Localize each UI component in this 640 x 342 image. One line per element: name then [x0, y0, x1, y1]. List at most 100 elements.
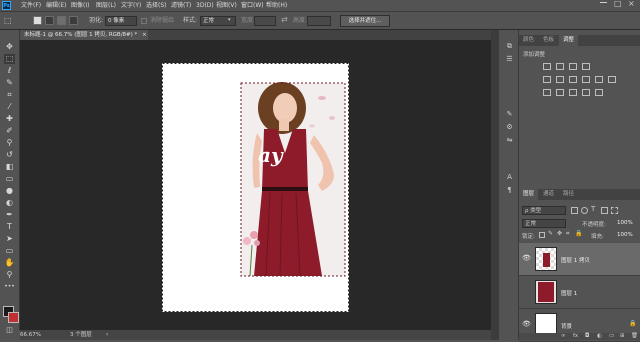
layer-name[interactable]: 图层 1 [561, 289, 577, 297]
new-layer-icon[interactable]: ⊞ [620, 333, 625, 339]
feather-input[interactable]: 0 像素 [105, 16, 137, 26]
brush-settings-icon[interactable]: ✎ [505, 110, 514, 119]
pixel-filter-icon[interactable] [571, 207, 578, 214]
document-canvas[interactable]: ay [162, 63, 349, 312]
tab-adjustments[interactable]: 调整 [559, 35, 579, 46]
subtract-selection-button[interactable] [57, 16, 66, 25]
intersect-selection-button[interactable] [69, 16, 78, 25]
minimize-icon[interactable] [600, 2, 607, 3]
color-balance-icon[interactable] [569, 76, 577, 83]
levels-icon[interactable] [556, 63, 564, 70]
background-color-swatch[interactable] [8, 312, 19, 323]
selective-color-icon[interactable] [582, 89, 590, 96]
antialias-checkbox[interactable] [141, 18, 147, 24]
crop-tool-icon[interactable]: ⌗ [4, 90, 15, 100]
adjustment-layer-icon[interactable]: ◐ [597, 333, 602, 339]
tab-paths[interactable]: 路径 [559, 189, 578, 200]
eyedropper-tool-icon[interactable]: ⁄ [4, 102, 15, 112]
menu-help[interactable]: 帮助(H) [266, 0, 287, 11]
path-selection-tool-icon[interactable]: ➤ [4, 234, 15, 244]
smart-object-filter-icon[interactable] [611, 207, 618, 214]
properties-panel-icon[interactable]: ☰ [505, 55, 514, 64]
new-group-icon[interactable]: ▭ [609, 333, 614, 339]
layer-row-copy[interactable]: 👁 图层 1 拷贝 [519, 243, 640, 276]
gradient-tool-icon[interactable]: ▭ [4, 174, 15, 184]
type-filter-icon[interactable]: T [591, 205, 595, 213]
visibility-off-slot[interactable] [522, 288, 529, 295]
menu-select[interactable]: 选择(S) [146, 0, 167, 11]
blend-mode-select[interactable]: 正常 [522, 219, 566, 228]
black-white-icon[interactable] [582, 76, 590, 83]
rectangular-marquee-tool-icon[interactable]: ⬚ [4, 54, 15, 64]
link-layers-icon[interactable]: ∞ [561, 333, 566, 339]
menu-layer[interactable]: 图层(L) [96, 0, 116, 11]
eraser-tool-icon[interactable]: ◧ [4, 162, 15, 172]
tab-channels[interactable]: 通道 [539, 189, 558, 200]
marquee-tool-preset-icon[interactable]: ⬚ [4, 15, 18, 26]
type-tool-icon[interactable]: T [4, 222, 15, 232]
curves-icon[interactable] [569, 63, 577, 70]
layer-row-1[interactable]: 图层 1 [519, 276, 640, 309]
character-panel-icon[interactable]: A [505, 173, 514, 182]
menu-window[interactable]: 窗口(W) [241, 0, 264, 11]
width-input[interactable] [254, 16, 276, 26]
lock-paint-icon[interactable]: ✎ [548, 230, 553, 237]
menu-type[interactable]: 文字(Y) [121, 0, 141, 11]
history-panel-icon[interactable]: ⧉ [505, 42, 514, 51]
hand-tool-icon[interactable]: ✋ [4, 258, 15, 268]
pen-tool-icon[interactable]: ✒ [4, 210, 15, 220]
menu-edit[interactable]: 编辑(E) [46, 0, 66, 11]
tab-swatches[interactable]: 色板 [539, 35, 558, 46]
document-tab[interactable]: 未标题-1 @ 66.7% (图层 1 拷贝, RGB/8#) * × [20, 30, 148, 40]
photo-filter-icon[interactable] [595, 76, 603, 83]
lasso-tool-icon[interactable]: ℓ [4, 66, 15, 76]
zoom-tool-icon[interactable]: ⚲ [4, 270, 15, 280]
brushes-icon[interactable]: ⚙ [505, 123, 514, 132]
swap-icon[interactable]: ⇄ [281, 15, 288, 24]
fill-value[interactable]: 100% [617, 232, 633, 238]
fx-icon[interactable]: fx [573, 333, 578, 339]
mask-icon[interactable]: ◘ [585, 333, 589, 339]
brush-tool-icon[interactable]: ✐ [4, 126, 15, 136]
height-input[interactable] [307, 16, 331, 26]
visibility-eye-icon[interactable]: 👁 [522, 321, 531, 328]
shape-filter-icon[interactable] [601, 207, 608, 214]
layer-name[interactable]: 背景 [561, 322, 572, 330]
rectangle-tool-icon[interactable]: ▭ [4, 246, 15, 256]
channel-mixer-icon[interactable] [608, 76, 616, 83]
move-tool-icon[interactable]: ✥ [4, 42, 15, 52]
exposure-icon[interactable] [582, 63, 590, 70]
visibility-eye-icon[interactable]: 👁 [522, 255, 531, 262]
hue-saturation-icon[interactable] [556, 76, 564, 83]
new-selection-button[interactable] [33, 16, 42, 25]
zoom-level[interactable]: 66.67% [20, 330, 41, 340]
adjustment-filter-icon[interactable] [581, 207, 588, 214]
tab-color[interactable]: 颜色 [519, 35, 538, 46]
history-brush-tool-icon[interactable]: ↺ [4, 150, 15, 160]
posterize-icon[interactable] [556, 89, 564, 96]
layer-filter-select[interactable]: ρ 类型 [522, 206, 566, 215]
healing-brush-tool-icon[interactable]: ✚ [4, 114, 15, 124]
quick-mask-icon[interactable]: ◫ [4, 325, 15, 335]
lock-all-icon[interactable]: 🔒 [575, 230, 582, 237]
gradient-map-icon[interactable] [595, 89, 603, 96]
clone-stamp-tool-icon[interactable]: ⚲ [4, 138, 15, 148]
add-to-selection-button[interactable] [45, 16, 54, 25]
dodge-tool-icon[interactable]: ◐ [4, 198, 15, 208]
tab-close-icon[interactable]: × [142, 32, 147, 38]
delete-layer-icon[interactable]: 🗑 [631, 333, 638, 339]
lock-position-icon[interactable]: ✥ [557, 230, 562, 237]
select-and-mask-button[interactable]: 选择并遮住... [340, 15, 390, 27]
more-tools-icon[interactable]: ••• [4, 282, 15, 292]
close-icon[interactable]: × [628, 0, 635, 8]
clone-source-icon[interactable]: ⇋ [505, 136, 514, 145]
brightness-contrast-icon[interactable] [543, 63, 551, 70]
menu-3d[interactable]: 3D(D) [196, 0, 214, 11]
menu-image[interactable]: 图像(I) [71, 0, 89, 11]
invert-icon[interactable] [543, 89, 551, 96]
quick-selection-tool-icon[interactable]: ✎ [4, 78, 15, 88]
menu-file[interactable]: 文件(F) [21, 0, 41, 11]
layer-name[interactable]: 图层 1 拷贝 [561, 256, 590, 264]
tab-layers[interactable]: 图层 [519, 189, 539, 200]
lock-pixels-icon[interactable] [539, 232, 545, 238]
